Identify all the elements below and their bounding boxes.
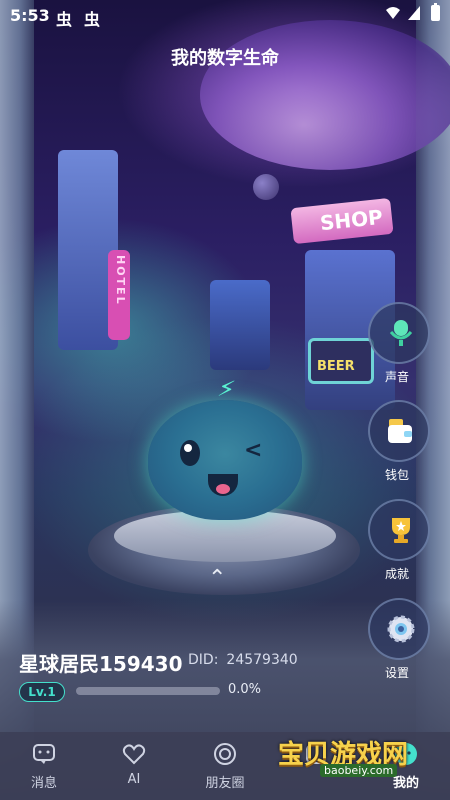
moon-illustration: [253, 174, 279, 200]
side-item-wallet[interactable]: 钱包: [366, 400, 430, 492]
side-item-circle: [368, 598, 430, 660]
side-item-circle: [368, 400, 430, 462]
side-item-label: 钱包: [384, 468, 409, 482]
tab-ai[interactable]: AI: [94, 742, 174, 787]
tab-label: 消息: [30, 776, 57, 791]
profile-name-row: 星球居民159430: [19, 648, 183, 677]
moments-icon: [214, 743, 236, 765]
side-item-label: 设置: [384, 666, 409, 680]
tab-label: AI: [127, 772, 141, 787]
pet-eye: [180, 440, 200, 466]
did-value: 24579340: [226, 652, 298, 668]
did-info: DID: 24579340: [188, 652, 298, 668]
page-title: 我的数字生命: [171, 48, 279, 69]
side-item-voice[interactable]: 声音: [366, 302, 430, 394]
username: 星球居民159430: [19, 652, 183, 676]
gear-icon: [387, 615, 415, 643]
side-item-achievements[interactable]: 成就: [366, 499, 430, 591]
pet-mouth: [208, 474, 238, 496]
tab-moments[interactable]: 朋友圈: [185, 742, 265, 791]
city-building: [210, 280, 270, 370]
watermark-url: baobeiy.com: [320, 764, 398, 777]
chevron-up-icon[interactable]: ⌃: [208, 566, 226, 591]
microphone-icon: [389, 320, 413, 346]
notification-icon: 虫: [84, 10, 101, 29]
level-badge: Lv.1: [19, 682, 65, 702]
level-progress-bar: [76, 687, 220, 695]
digital-pet-avatar[interactable]: <: [148, 400, 302, 520]
side-item-circle: [368, 499, 430, 561]
wifi-icon: [386, 7, 400, 19]
did-label: DID:: [188, 652, 219, 668]
side-item-label: 声音: [384, 370, 409, 384]
pet-wink-eye: <: [244, 438, 263, 463]
side-item-settings[interactable]: 设置: [366, 598, 430, 690]
planet-illustration: [200, 20, 450, 170]
beer-sign: BEER: [308, 338, 374, 384]
level-progress-text: 0.0%: [228, 682, 262, 697]
wallet-icon: [388, 419, 412, 443]
side-item-circle: [368, 302, 430, 364]
notification-icon: 虫: [56, 10, 73, 29]
tab-label: 朋友圈: [205, 776, 245, 791]
battery-icon: [431, 3, 440, 21]
shop-sign-text: SHOP: [318, 204, 384, 236]
tab-messages[interactable]: 消息: [4, 742, 84, 791]
status-time: 5:53: [10, 6, 50, 25]
heart-icon: [122, 744, 146, 765]
beer-sign-text: BEER: [317, 359, 355, 374]
status-bar: 5:53 虫 虫: [0, 0, 450, 32]
side-item-label: 成就: [384, 567, 409, 581]
signal-icon: [408, 6, 420, 20]
message-icon: [33, 744, 55, 764]
trophy-icon: [392, 518, 410, 543]
hotel-sign: HOTEL: [114, 255, 127, 306]
